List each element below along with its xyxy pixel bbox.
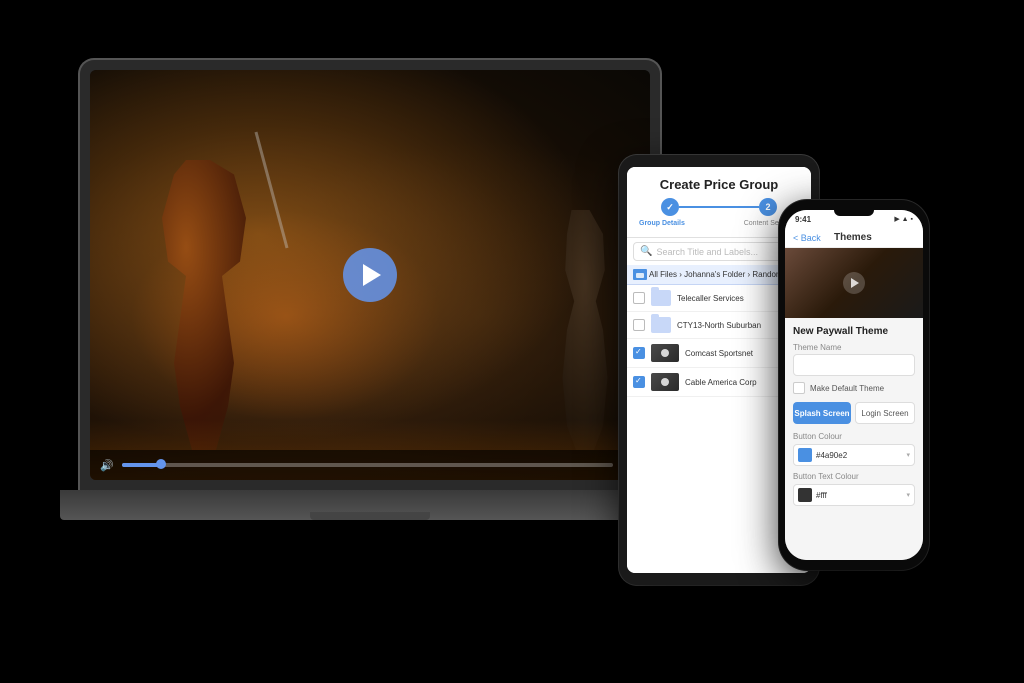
phone-notch bbox=[834, 210, 874, 216]
breadcrumb-folder-icon bbox=[633, 269, 647, 280]
button-text-colour-label: Button Text Colour bbox=[793, 472, 915, 481]
volume-icon[interactable]: 🔊 bbox=[100, 459, 114, 472]
default-theme-label: Make Default Theme bbox=[810, 384, 884, 393]
phone-status-icons: ▶ ▲ ▪ bbox=[894, 215, 913, 223]
step-1-number: ✓ bbox=[666, 202, 674, 213]
folder-icon-2 bbox=[651, 317, 671, 333]
step-2[interactable]: 2 bbox=[759, 198, 777, 216]
phone-video-thumbnail[interactable] bbox=[785, 248, 923, 318]
splash-screen-button[interactable]: Splash Screen bbox=[793, 402, 851, 424]
phone-device: 9:41 ▶ ▲ ▪ < Back Themes New Paywall The… bbox=[779, 200, 929, 570]
tablet-title: Create Price Group bbox=[635, 177, 803, 192]
step-labels: Group Details Content Selection bbox=[635, 220, 803, 227]
phone-header-title: Themes bbox=[834, 232, 872, 243]
button-colour-select[interactable]: #4a90e2 ▾ bbox=[793, 444, 915, 466]
chevron-down-icon-2: ▾ bbox=[906, 491, 910, 499]
laptop-base bbox=[60, 490, 680, 520]
search-placeholder: Search Title and Labels... bbox=[656, 247, 758, 257]
chevron-down-icon: ▾ bbox=[906, 451, 910, 459]
screen-type-buttons: Splash Screen Login Screen bbox=[793, 402, 915, 424]
button-text-colour-select[interactable]: #fff ▾ bbox=[793, 484, 915, 506]
theme-name-input[interactable] bbox=[793, 354, 915, 376]
step-2-number: 2 bbox=[765, 202, 770, 212]
phone-back-button[interactable]: < Back bbox=[793, 233, 821, 243]
video-controls-bar: 🔊 0:05 bbox=[90, 450, 650, 480]
button-text-colour-swatch bbox=[798, 488, 812, 502]
video-thumb-3 bbox=[651, 344, 679, 362]
phone-section-title: New Paywall Theme bbox=[793, 326, 915, 337]
phone-screen: 9:41 ▶ ▲ ▪ < Back Themes New Paywall The… bbox=[785, 210, 923, 560]
step-line bbox=[679, 206, 759, 208]
laptop-screen-outer: 🔊 0:05 bbox=[80, 60, 660, 490]
theme-name-label: Theme Name bbox=[793, 343, 915, 352]
default-theme-checkbox[interactable] bbox=[793, 382, 805, 394]
file-checkbox-1[interactable] bbox=[633, 292, 645, 304]
breadcrumb-text: All Files › Johanna's Folder › Random bbox=[649, 270, 783, 279]
file-checkbox-4[interactable] bbox=[633, 376, 645, 388]
file-checkbox-2[interactable] bbox=[633, 319, 645, 331]
video-play-3 bbox=[661, 349, 669, 357]
button-colour-label: Button Colour bbox=[793, 432, 915, 441]
phone-video-play-button[interactable] bbox=[843, 272, 865, 294]
button-colour-value: #4a90e2 bbox=[816, 451, 902, 460]
video-thumb-4 bbox=[651, 373, 679, 391]
step-1-label: Group Details bbox=[639, 220, 685, 227]
folder-icon-1 bbox=[651, 290, 671, 306]
progress-dot bbox=[156, 459, 166, 469]
concert-video: 🔊 0:05 bbox=[90, 70, 650, 480]
laptop-screen-inner: 🔊 0:05 bbox=[90, 70, 650, 480]
button-text-colour-value: #fff bbox=[816, 491, 902, 500]
play-button[interactable] bbox=[343, 248, 397, 302]
file-checkbox-3[interactable] bbox=[633, 347, 645, 359]
phone-body: New Paywall Theme Theme Name Make Defaul… bbox=[785, 318, 923, 560]
step-1[interactable]: ✓ bbox=[661, 198, 679, 216]
video-play-4 bbox=[661, 378, 669, 386]
phone-nav-header: < Back Themes bbox=[785, 228, 923, 248]
laptop-device: 🔊 0:05 bbox=[60, 60, 680, 580]
button-colour-swatch bbox=[798, 448, 812, 462]
default-checkbox-row[interactable]: Make Default Theme bbox=[793, 382, 915, 394]
login-screen-button[interactable]: Login Screen bbox=[855, 402, 915, 424]
stepper: ✓ 2 bbox=[635, 198, 803, 216]
progress-track[interactable] bbox=[122, 463, 613, 467]
phone-time: 9:41 bbox=[795, 215, 811, 224]
search-icon: 🔍 bbox=[640, 246, 652, 257]
